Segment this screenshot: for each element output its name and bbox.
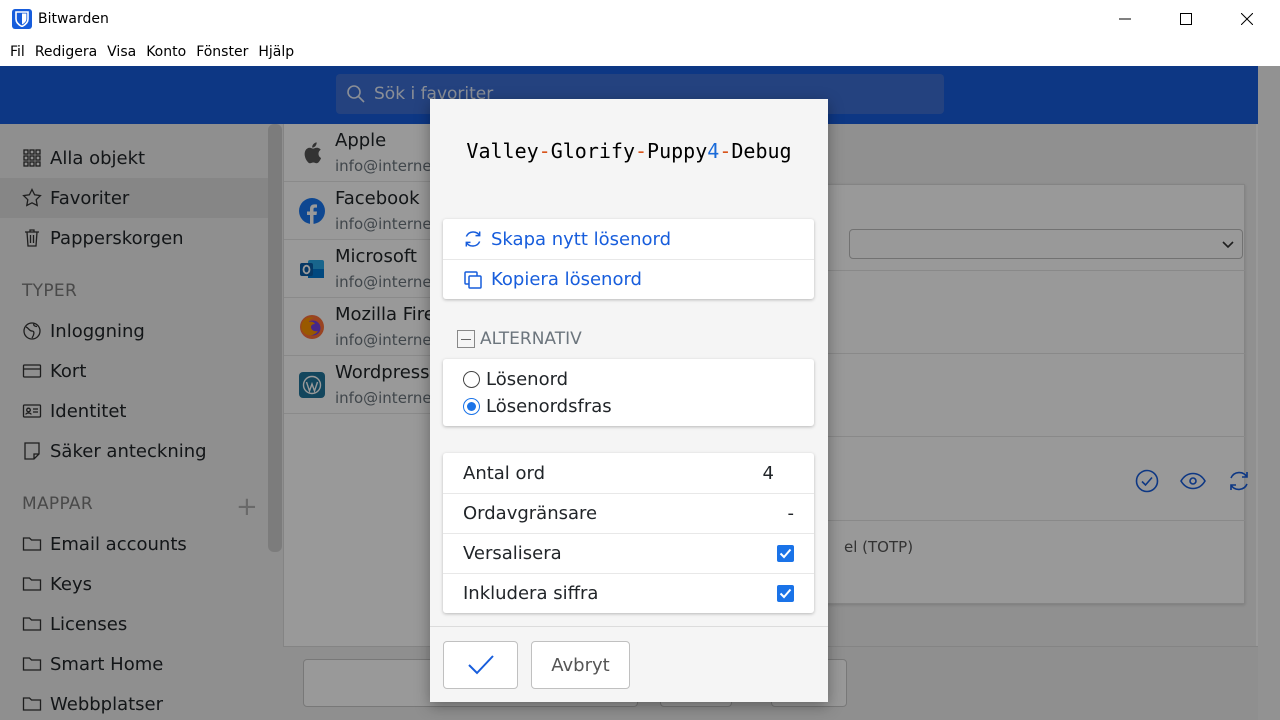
confirm-button[interactable] <box>443 641 518 689</box>
radio-password[interactable]: Lösenord <box>463 369 568 390</box>
title-bar: Bitwarden <box>0 0 1280 38</box>
radio-button[interactable] <box>463 371 480 388</box>
close-window-button[interactable] <box>1216 0 1278 38</box>
password-part: 4 <box>707 139 720 163</box>
password-part: - <box>719 139 732 163</box>
include-number-row: Inkludera siffra <box>443 573 814 613</box>
password-generator-dialog: Valley-Glorify-Puppy4-Debug Skapa nytt l… <box>430 99 828 702</box>
dialog-footer: Avbryt <box>430 626 828 702</box>
check-icon <box>779 548 792 559</box>
copy-label: Kopiera lösenord <box>491 269 642 290</box>
num-words-label: Antal ord <box>463 462 546 484</box>
radio-label: Lösenordsfras <box>486 396 612 417</box>
password-part: Debug <box>731 139 792 163</box>
include-number-label: Inkludera siffra <box>463 583 599 604</box>
bitwarden-shield-icon <box>12 9 32 29</box>
radio-label: Lösenord <box>486 369 569 390</box>
copy-password-button[interactable]: Kopiera lösenord <box>443 259 814 299</box>
include-number-checkbox[interactable] <box>777 585 794 602</box>
separator-input[interactable]: - <box>788 503 795 524</box>
passphrase-options: Antal ord 4 Ordavgränsare - Versalisera … <box>443 453 814 613</box>
check-icon <box>779 588 792 599</box>
capitalize-row: Versalisera <box>443 533 814 573</box>
num-words-input[interactable]: 4 <box>763 463 774 484</box>
password-part: - <box>635 139 648 163</box>
menu-file[interactable]: Fil <box>6 44 29 60</box>
password-part: - <box>538 139 551 163</box>
menu-bar: Fil Redigera Visa Konto Fönster Hjälp <box>0 38 1280 66</box>
separator-label: Ordavgränsare <box>463 503 598 524</box>
menu-help[interactable]: Hjälp <box>254 44 298 60</box>
type-selector: Lösenord Lösenordsfras <box>443 359 814 426</box>
separator-row: Ordavgränsare - <box>443 493 814 533</box>
cancel-button[interactable]: Avbryt <box>531 641 630 689</box>
menu-account[interactable]: Konto <box>142 44 190 60</box>
options-header: ALTERNATIV <box>480 329 582 349</box>
password-part: Valley <box>466 139 539 163</box>
password-part: Glorify <box>550 139 635 163</box>
radio-button[interactable] <box>463 398 480 415</box>
maximize-button[interactable] <box>1155 0 1217 38</box>
password-part: Puppy <box>647 139 708 163</box>
generator-actions: Skapa nytt lösenord Kopiera lösenord <box>443 219 814 299</box>
menu-window[interactable]: Fönster <box>192 44 252 60</box>
menu-edit[interactable]: Redigera <box>31 44 101 60</box>
capitalize-checkbox[interactable] <box>777 545 794 562</box>
window-title: Bitwarden <box>38 11 109 27</box>
menu-view[interactable]: Visa <box>103 44 140 60</box>
capitalize-label: Versalisera <box>463 543 562 564</box>
generated-password: Valley-Glorify-Puppy4-Debug <box>430 139 828 163</box>
num-words-row: Antal ord 4 <box>443 453 814 493</box>
options-section-toggle[interactable]: ALTERNATIV <box>457 329 582 349</box>
refresh-icon <box>465 231 481 247</box>
radio-passphrase[interactable]: Lösenordsfras <box>463 396 612 417</box>
collapse-icon <box>457 330 475 348</box>
minimize-button[interactable] <box>1094 0 1156 38</box>
copy-icon <box>464 270 482 289</box>
regenerate-label: Skapa nytt lösenord <box>491 228 672 250</box>
checkmark-icon <box>467 655 494 675</box>
regenerate-password-button[interactable]: Skapa nytt lösenord <box>443 219 814 259</box>
